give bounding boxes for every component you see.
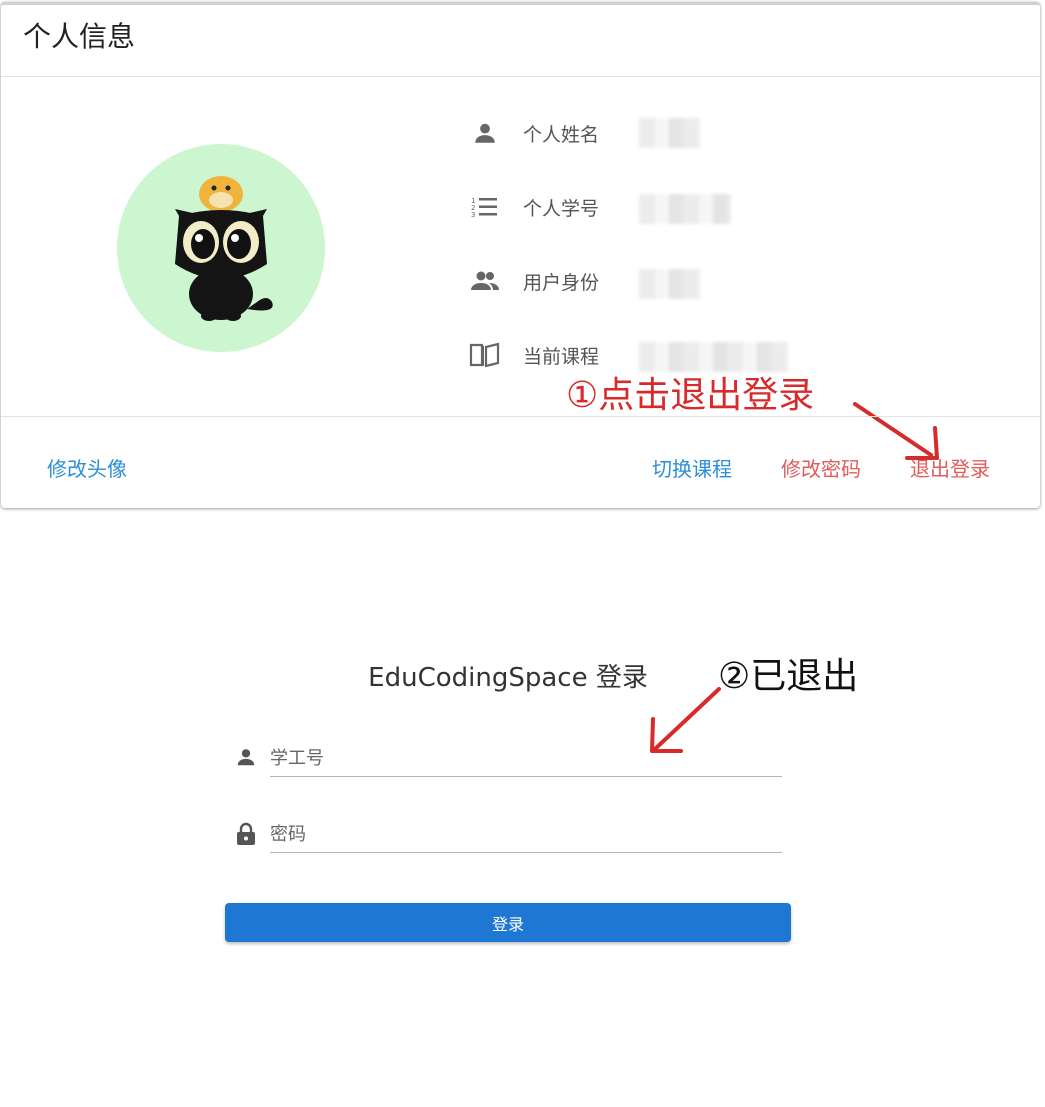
field-label-course: 当前课程 [523,345,600,368]
person-icon [469,119,501,147]
login-title: EduCodingSpace 登录 [368,663,648,693]
info-row-student-id: 1 2 3 个人学号 [469,192,633,222]
profile-card: 个人信息 个人姓名 1 2 3 个人学号 用户身份 当前课程 ①点击退出登录 修… [1,2,1040,508]
lock-icon [235,822,259,846]
change-avatar-button[interactable]: 修改头像 [47,453,127,482]
cat-avatar-illustration [175,176,273,321]
avatar [117,144,325,352]
svg-text:3: 3 [471,211,475,219]
redacted-name-value [639,118,701,148]
username-field [235,740,782,780]
header-divider [1,76,1040,77]
group-icon [469,267,501,295]
switch-course-button[interactable]: 切换课程 [652,453,732,482]
card-title: 个人信息 [23,20,136,53]
person-icon [235,746,259,770]
logout-button[interactable]: 退出登录 [910,453,990,482]
annotation-step1: ①点击退出登录 [566,375,815,416]
password-field [235,816,782,856]
password-input[interactable] [270,816,782,853]
book-icon [469,341,501,369]
login-button[interactable]: 登录 [225,903,791,942]
field-label-name: 个人姓名 [523,123,600,146]
username-input[interactable] [270,740,782,777]
numbered-list-icon: 1 2 3 [469,193,501,221]
change-password-button[interactable]: 修改密码 [781,453,861,482]
redacted-role-value [639,269,701,299]
info-row-name: 个人姓名 [469,118,633,148]
info-row-role: 用户身份 [469,266,633,296]
actions-divider [1,416,1040,417]
field-label-role: 用户身份 [523,271,600,294]
redacted-student-id-value [639,194,731,224]
field-label-student-id: 个人学号 [523,197,600,220]
